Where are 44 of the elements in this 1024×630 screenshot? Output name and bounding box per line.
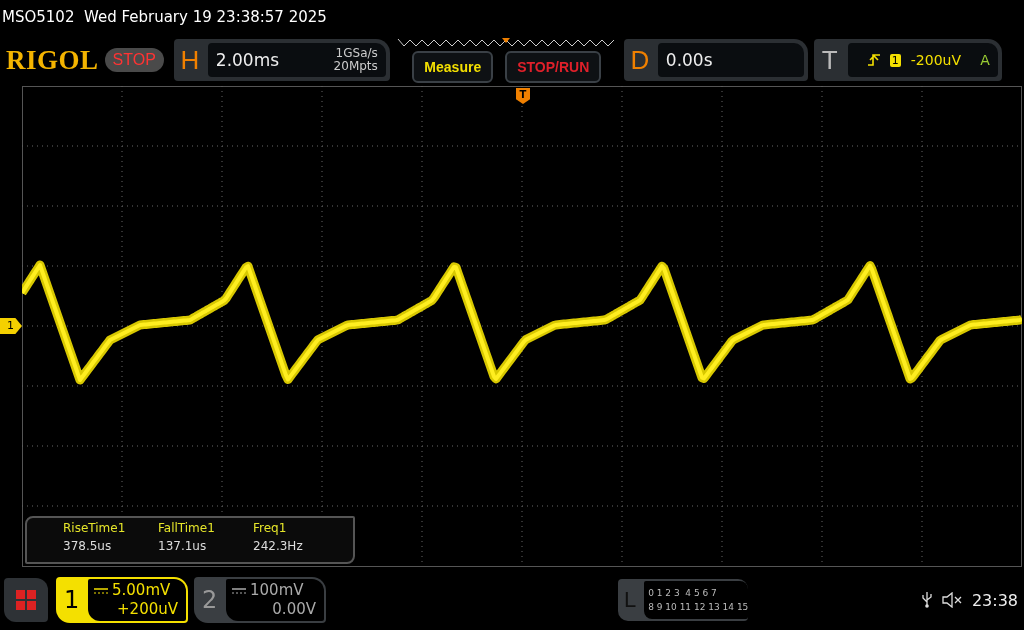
dc-coupling-icon	[232, 587, 246, 594]
channel-offset: 0.00V	[272, 600, 316, 619]
sample-rate: 1GSa/s	[335, 47, 378, 60]
measurement-name: FallTime1	[158, 521, 216, 535]
logo: RIGOL	[6, 44, 99, 76]
channel-panel[interactable]: 1 5.00mV +200uV	[56, 577, 188, 623]
trigger-position-marker[interactable]: T	[516, 88, 530, 104]
logic-channels: 8 9 10 11 12 13 14 15	[648, 601, 749, 614]
measurement-value: 242.3Hz	[253, 539, 304, 553]
trigger-mode: A	[980, 52, 990, 68]
channel-scale: 5.00mV	[112, 581, 171, 600]
channel-number: 1	[64, 586, 81, 614]
clock-time: 23:38	[971, 590, 1018, 610]
measurement-value: 378.5us	[63, 539, 113, 553]
channel-scale: 100mV	[250, 581, 304, 600]
rising-edge-icon	[867, 54, 880, 66]
measurement-name: Freq1	[253, 521, 288, 535]
dc-coupling-icon	[94, 587, 108, 594]
run-state-indicator: STOP	[104, 48, 164, 72]
channel-offset: +200uV	[117, 600, 178, 619]
horizontal-label: H	[179, 44, 201, 76]
speaker-muted-icon	[941, 592, 962, 608]
delay-value: 0.00s	[665, 50, 713, 70]
measure-button[interactable]: Measure	[412, 50, 494, 83]
channel-marker[interactable]: 1	[0, 318, 22, 334]
trigger-threshold: -200uV	[910, 52, 962, 68]
trigger-panel[interactable]: T 1 -200uV A	[813, 39, 1002, 81]
channel-number: 2	[202, 586, 219, 614]
measurement-value: 137.1us	[158, 539, 208, 553]
channel-panel[interactable]: 2 100mV 0.00V	[194, 577, 326, 623]
timebase-value: 2.00ms	[215, 50, 280, 70]
trigger-label: T	[820, 44, 839, 76]
trigger-source-badge: 1	[889, 53, 901, 67]
grid-squares-icon	[15, 589, 37, 611]
delay-label: D	[629, 44, 651, 76]
usb-icon	[921, 592, 932, 608]
delay-panel[interactable]: D 0.00s	[623, 39, 808, 81]
horizontal-panel[interactable]: H 2.00ms 1GSa/s 20Mpts	[173, 39, 390, 81]
run-button[interactable]: STOP/RUN	[505, 50, 602, 83]
menu-button[interactable]	[4, 578, 48, 622]
title-text: MSO5102 Wed February 19 23:38:57 2025	[2, 8, 327, 26]
logic-channels: 0 1 2 3 4 5 6 7	[648, 587, 718, 600]
memory-depth: 20Mpts	[333, 60, 378, 73]
measurement-name: RiseTime1	[63, 521, 127, 535]
